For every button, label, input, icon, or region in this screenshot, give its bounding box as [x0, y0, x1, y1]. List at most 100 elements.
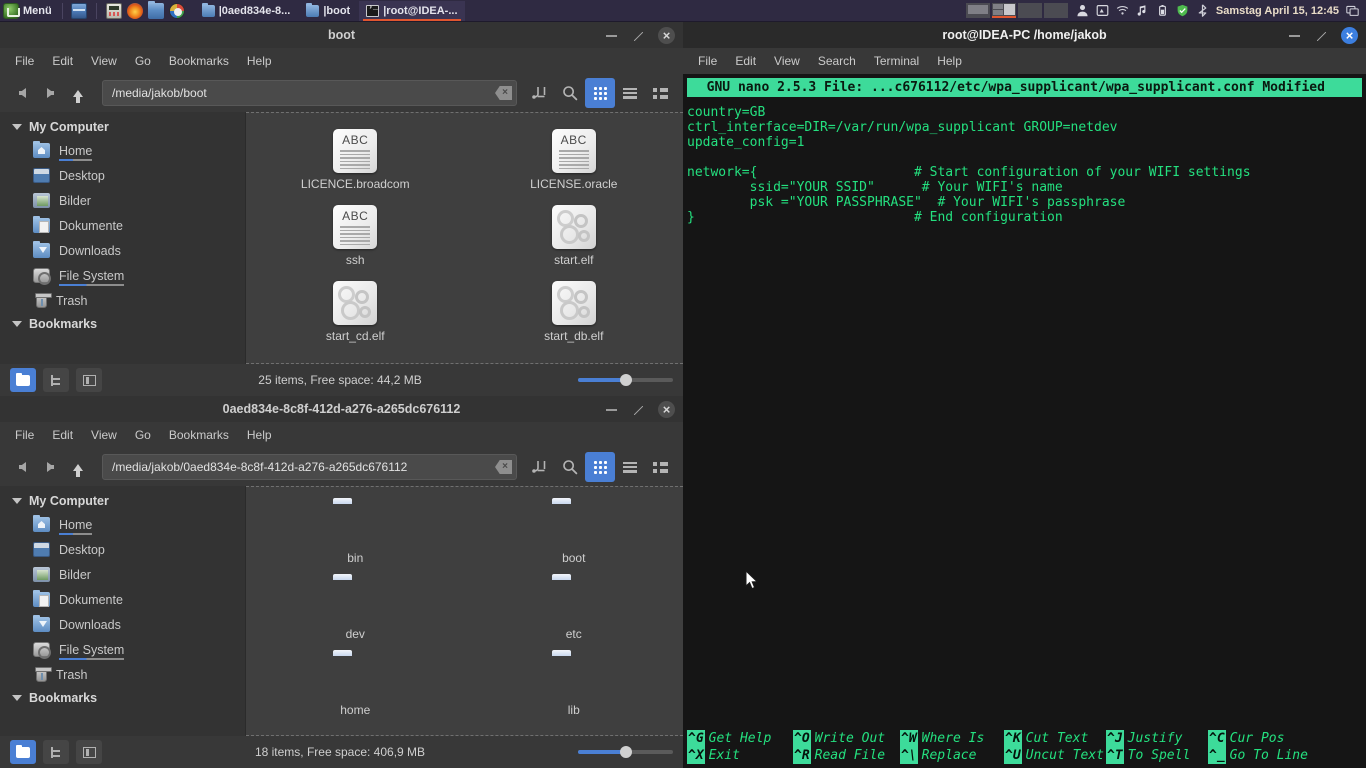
- maximize-button[interactable]: [1316, 31, 1327, 42]
- uuid-menu-view[interactable]: View: [82, 425, 126, 445]
- firefox-icon[interactable]: [126, 2, 143, 19]
- terminal-menu-view[interactable]: View: [765, 51, 809, 71]
- user-icon[interactable]: [1076, 4, 1089, 17]
- clear-icon[interactable]: [495, 86, 512, 100]
- terminal-menu-file[interactable]: File: [689, 51, 726, 71]
- menu-button[interactable]: Menü: [0, 0, 58, 22]
- sidebar-item-home[interactable]: Home: [0, 512, 245, 537]
- nano-shortcut-justify[interactable]: ^J Justify: [1106, 730, 1208, 747]
- tree-view-toggle-button[interactable]: [43, 368, 69, 392]
- uuid-path-input[interactable]: /media/jakob/0aed834e-8c8f-412d-a276-a26…: [102, 454, 517, 480]
- forward-button[interactable]: [36, 453, 64, 481]
- close-button[interactable]: [658, 26, 675, 44]
- folder-item[interactable]: bin: [246, 497, 465, 573]
- zoom-slider[interactable]: [578, 372, 673, 388]
- task-button-uuid[interactable]: |0aed834e-8...: [195, 1, 298, 21]
- uuid-menu-bookmarks[interactable]: Bookmarks: [160, 425, 238, 445]
- nano-shortcut-get-help[interactable]: ^G Get Help: [687, 730, 793, 747]
- nano-shortcut-go-to-line[interactable]: ^_ Go To Line: [1208, 747, 1308, 764]
- sidebar-item-downloads[interactable]: Downloads: [0, 238, 245, 263]
- path-entry-toggle-button[interactable]: [525, 78, 555, 108]
- file-item[interactable]: start_cd.elf: [246, 275, 465, 351]
- tree-view-toggle-button[interactable]: [43, 740, 69, 764]
- folder-item[interactable]: lib: [465, 649, 684, 725]
- compact-view-button[interactable]: [645, 78, 675, 108]
- task-button-boot[interactable]: |boot: [299, 1, 357, 21]
- nano-shortcut-write-out[interactable]: ^O Write Out: [793, 730, 900, 747]
- sidebar-item-dokumente[interactable]: Dokumente: [0, 587, 245, 612]
- uuid-file-area[interactable]: bin boot dev etc home lib: [246, 486, 683, 736]
- zoom-slider[interactable]: [578, 744, 673, 760]
- file-item[interactable]: ABC LICENCE.broadcom: [246, 123, 465, 199]
- list-view-button[interactable]: [615, 452, 645, 482]
- nano-shortcut-cut-text[interactable]: ^K Cut Text: [1004, 730, 1106, 747]
- nano-shortcut-to-spell[interactable]: ^T To Spell: [1106, 747, 1208, 764]
- boot-menu-go[interactable]: Go: [126, 51, 160, 71]
- terminal-menu-search[interactable]: Search: [809, 51, 865, 71]
- side-pane-toggle-button[interactable]: [76, 740, 102, 764]
- path-entry-toggle-button[interactable]: [525, 452, 555, 482]
- folder-item[interactable]: dev: [246, 573, 465, 649]
- terminal-menu-help[interactable]: Help: [928, 51, 971, 71]
- folder-item[interactable]: home: [246, 649, 465, 725]
- terminal-titlebar[interactable]: root@IDEA-PC /home/jakob: [683, 22, 1366, 48]
- sidebar-group-bookmarks[interactable]: Bookmarks: [0, 313, 245, 335]
- nano-editor-content[interactable]: country=GB ctrl_interface=DIR=/var/run/w…: [683, 97, 1366, 225]
- workspace-2[interactable]: [991, 3, 1016, 18]
- file-item[interactable]: ABC LICENSE.oracle: [465, 123, 684, 199]
- icon-view-toggle-button[interactable]: [10, 740, 36, 764]
- sidebar-item-downloads[interactable]: Downloads: [0, 612, 245, 637]
- workspace-4[interactable]: [1043, 3, 1068, 18]
- task-button-terminal[interactable]: |root@IDEA-...: [359, 0, 465, 21]
- zoom-knob[interactable]: [620, 746, 632, 758]
- file-item[interactable]: ABC ssh: [246, 199, 465, 275]
- nano-shortcut-exit[interactable]: ^X Exit: [687, 747, 793, 764]
- side-pane-toggle-button[interactable]: [76, 368, 102, 392]
- compact-view-button[interactable]: [645, 452, 675, 482]
- up-button[interactable]: [64, 453, 92, 481]
- minimize-button[interactable]: [604, 402, 619, 417]
- uuid-menu-help[interactable]: Help: [238, 425, 281, 445]
- folder-item[interactable]: boot: [465, 497, 684, 573]
- sidebar-item-trash[interactable]: Trash: [0, 662, 245, 687]
- boot-file-area[interactable]: ABC LICENCE.broadcom ABC LICENSE.oracle: [246, 112, 683, 364]
- battery-icon[interactable]: [1156, 4, 1169, 17]
- maximize-button[interactable]: [633, 31, 644, 42]
- sidebar-item-desktop[interactable]: Desktop: [0, 163, 245, 188]
- boot-menu-help[interactable]: Help: [238, 51, 281, 71]
- sidebar-group-my-computer[interactable]: My Computer: [0, 490, 245, 512]
- nano-shortcut-cur-pos[interactable]: ^C Cur Pos: [1208, 730, 1284, 747]
- gimp-icon[interactable]: [168, 2, 185, 19]
- icon-view-button[interactable]: [585, 78, 615, 108]
- search-button[interactable]: [555, 78, 585, 108]
- sidebar-item-bilder[interactable]: Bilder: [0, 188, 245, 213]
- uuid-menu-edit[interactable]: Edit: [43, 425, 82, 445]
- nano-shortcut-uncut-text[interactable]: ^U Uncut Text: [1004, 747, 1106, 764]
- sidebar-item-file-system[interactable]: File System: [0, 637, 245, 662]
- boot-titlebar[interactable]: boot: [0, 22, 683, 48]
- file-item[interactable]: start_db.elf: [465, 275, 684, 351]
- file-item[interactable]: start.elf: [465, 199, 684, 275]
- terminal-menu-edit[interactable]: Edit: [726, 51, 765, 71]
- file-manager-icon[interactable]: [147, 0, 164, 19]
- display-settings-icon[interactable]: [1096, 4, 1109, 17]
- boot-menu-bookmarks[interactable]: Bookmarks: [160, 51, 238, 71]
- nano-shortcut-where-is[interactable]: ^W Where Is: [900, 730, 1004, 747]
- calculator-icon[interactable]: [105, 2, 122, 19]
- music-note-icon[interactable]: [1136, 4, 1149, 17]
- terminal-body[interactable]: GNU nano 2.5.3 File: ...c676112/etc/wpa_…: [683, 74, 1366, 768]
- boot-menu-view[interactable]: View: [82, 51, 126, 71]
- back-button[interactable]: [8, 79, 36, 107]
- uuid-menu-file[interactable]: File: [6, 425, 43, 445]
- sidebar-item-home[interactable]: Home: [0, 138, 245, 163]
- close-button[interactable]: [1341, 26, 1358, 44]
- back-button[interactable]: [8, 453, 36, 481]
- up-button[interactable]: [64, 79, 92, 107]
- sidebar-item-desktop[interactable]: Desktop: [0, 537, 245, 562]
- shield-icon[interactable]: [1176, 4, 1189, 17]
- forward-button[interactable]: [36, 79, 64, 107]
- clock[interactable]: Samstag April 15, 12:45: [1216, 5, 1339, 17]
- bluetooth-icon[interactable]: [1196, 4, 1209, 17]
- sidebar-group-my-computer[interactable]: My Computer: [0, 116, 245, 138]
- sidebar-item-trash[interactable]: Trash: [0, 288, 245, 313]
